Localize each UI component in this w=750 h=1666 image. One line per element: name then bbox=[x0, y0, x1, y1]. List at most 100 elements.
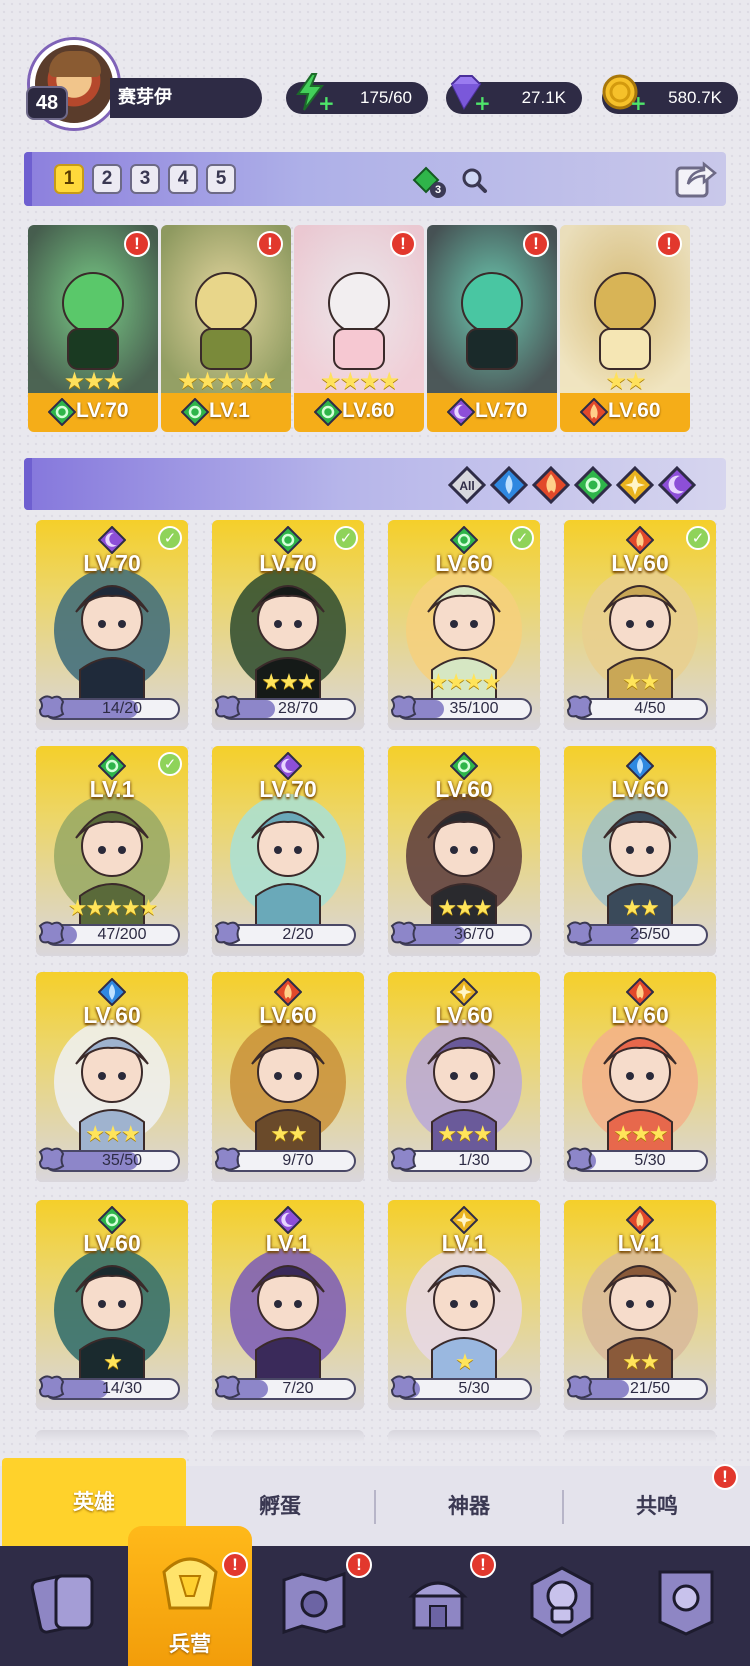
hero-card[interactable]: LV.1 7/20 bbox=[212, 1200, 364, 1410]
hero-card[interactable]: LV.1 ★★ 21/50 bbox=[564, 1200, 716, 1410]
team-member-card[interactable]: ★★ LV.60! bbox=[560, 225, 690, 432]
energy-value: 175/60 bbox=[360, 88, 412, 107]
hero-card[interactable]: LV.60 ★★★ 5/30 bbox=[564, 972, 716, 1182]
fragment-icon bbox=[38, 695, 65, 719]
nav-guild[interactable] bbox=[500, 1546, 624, 1666]
fragment-count: 35/100 bbox=[449, 700, 499, 717]
search-icon[interactable] bbox=[460, 166, 488, 194]
nature-element-icon bbox=[313, 397, 343, 427]
hero-level-bar: LV.1 bbox=[161, 393, 291, 432]
hero-card[interactable]: LV.60 ★★★ 1/30 bbox=[388, 972, 540, 1182]
filter-dark-icon[interactable] bbox=[658, 466, 696, 504]
fragment-icon bbox=[390, 1375, 417, 1399]
hero-stars: ★★ bbox=[605, 367, 646, 395]
banner-icon bbox=[658, 1570, 714, 1636]
fragment-count: 1/30 bbox=[458, 1152, 490, 1169]
player-level-badge: 48 bbox=[26, 86, 68, 120]
map-icon bbox=[282, 1571, 346, 1635]
dark-element-icon bbox=[446, 397, 476, 427]
hero-level-bar: LV.70 bbox=[28, 393, 158, 432]
energy-plus-icon[interactable]: + bbox=[318, 93, 335, 113]
hero-level: LV.70 bbox=[83, 550, 141, 576]
hero-card[interactable]: ✓ LV.70 ★★★ 28/70 bbox=[212, 520, 364, 730]
fragment-count: 9/70 bbox=[282, 1152, 314, 1169]
hero-level: LV.60 bbox=[611, 1002, 669, 1028]
nature-element-icon bbox=[47, 397, 77, 427]
fragment-count: 25/50 bbox=[629, 926, 671, 943]
hero-card-peek bbox=[564, 1430, 716, 1442]
hero-level: LV.60 bbox=[83, 1002, 141, 1028]
share-button[interactable] bbox=[674, 158, 718, 200]
team-member-card[interactable]: ★★★★★ LV.1! bbox=[161, 225, 291, 432]
top-bar: 48 赛芽伊 175/60 + 27.1K + 580.7K + bbox=[0, 0, 750, 140]
fragment-icon bbox=[566, 1147, 593, 1171]
hero-card[interactable]: ✓ LV.60 ★★★★ 35/100 bbox=[388, 520, 540, 730]
hero-level: LV.60 bbox=[435, 550, 493, 576]
nav-banner[interactable] bbox=[624, 1546, 748, 1666]
filter-water-icon[interactable] bbox=[490, 466, 528, 504]
guild-icon bbox=[530, 1566, 594, 1638]
temple-alert-badge: ! bbox=[470, 1552, 496, 1578]
hero-level: LV.60 bbox=[608, 399, 661, 422]
hero-card[interactable]: ✓ LV.70 14/20 bbox=[36, 520, 188, 730]
team-tab-5[interactable]: 5 bbox=[206, 164, 236, 194]
hero-alert-badge: ! bbox=[257, 231, 283, 257]
team-gem-count: 3 bbox=[430, 182, 446, 198]
fragment-icon bbox=[38, 1147, 65, 1171]
hero-card[interactable]: ✓ LV.1 ★★★★★ 47/200 bbox=[36, 746, 188, 956]
hero-card[interactable]: LV.60 ★★★ 35/50 bbox=[36, 972, 188, 1182]
fragment-count: 47/200 bbox=[97, 926, 147, 943]
team-member-card[interactable]: ★★★★ LV.60! bbox=[294, 225, 424, 432]
fragment-icon bbox=[566, 695, 593, 719]
nav-map[interactable]: ! bbox=[252, 1546, 376, 1666]
hero-level: LV.70 bbox=[76, 399, 129, 422]
hero-stars: ★★★ bbox=[63, 367, 125, 395]
team-member-card[interactable]: LV.70! bbox=[427, 225, 557, 432]
team-tab-4[interactable]: 4 bbox=[168, 164, 198, 194]
filter-nature-icon[interactable] bbox=[574, 466, 612, 504]
hero-card-peek bbox=[388, 1430, 540, 1442]
map-alert-badge: ! bbox=[346, 1552, 372, 1578]
hero-alert-badge: ! bbox=[523, 231, 549, 257]
team-tab-3[interactable]: 3 bbox=[130, 164, 160, 194]
hero-card[interactable]: LV.60 ★ 14/30 bbox=[36, 1200, 188, 1410]
fragment-count: 36/70 bbox=[453, 926, 495, 943]
hero-level: LV.1 bbox=[209, 399, 250, 422]
team-tab-1[interactable]: 1 bbox=[54, 164, 84, 194]
hero-stars: ★★★★★ bbox=[177, 367, 277, 395]
nav-temple[interactable]: ! bbox=[376, 1546, 500, 1666]
hero-level: LV.70 bbox=[475, 399, 528, 422]
hero-alert-badge: ! bbox=[124, 231, 150, 257]
fragment-icon bbox=[390, 1147, 417, 1171]
hero-card[interactable]: ✓ LV.60 ★★ 4/50 bbox=[564, 520, 716, 730]
hero-card[interactable]: LV.60 ★★ 9/70 bbox=[212, 972, 364, 1182]
team-selector-bar: 1 2 3 4 5 3 bbox=[24, 152, 726, 206]
nav-cards[interactable] bbox=[4, 1546, 128, 1666]
fragment-count: 14/30 bbox=[101, 1380, 143, 1397]
hero-level: LV.60 bbox=[342, 399, 395, 422]
gem-plus-icon[interactable]: + bbox=[474, 93, 491, 113]
coin-value: 580.7K bbox=[668, 88, 722, 107]
sub-tab-bar: 英雄 孵蛋 神器 共鸣 ! bbox=[0, 1458, 750, 1546]
team-tab-2[interactable]: 2 bbox=[92, 164, 122, 194]
cards-icon bbox=[30, 1574, 94, 1634]
hero-card[interactable]: LV.60 ★★★ 36/70 bbox=[388, 746, 540, 956]
team-member-card[interactable]: ★★★ LV.70! bbox=[28, 225, 158, 432]
temple-icon bbox=[408, 1581, 468, 1630]
hero-level: LV.1 bbox=[265, 1230, 311, 1256]
fragment-icon bbox=[214, 1375, 241, 1399]
tab-artifacts[interactable]: 神器 bbox=[376, 1466, 562, 1546]
fragment-icon bbox=[214, 695, 241, 719]
fragment-count: 2/20 bbox=[282, 926, 314, 943]
nav-barracks[interactable]: 兵营 ! bbox=[128, 1526, 252, 1666]
hero-card[interactable]: LV.70 2/20 bbox=[212, 746, 364, 956]
deployed-check-icon: ✓ bbox=[334, 526, 358, 550]
hero-card[interactable]: LV.60 ★★ 25/50 bbox=[564, 746, 716, 956]
filter-fire-icon[interactable] bbox=[532, 466, 570, 504]
deployed-check-icon: ✓ bbox=[510, 526, 534, 550]
hero-card[interactable]: LV.1 ★ 5/30 bbox=[388, 1200, 540, 1410]
filter-all-button[interactable]: All bbox=[448, 466, 486, 504]
filter-light-icon[interactable] bbox=[616, 466, 654, 504]
barracks-alert-badge: ! bbox=[222, 1552, 248, 1578]
coin-plus-icon[interactable]: + bbox=[630, 93, 647, 113]
